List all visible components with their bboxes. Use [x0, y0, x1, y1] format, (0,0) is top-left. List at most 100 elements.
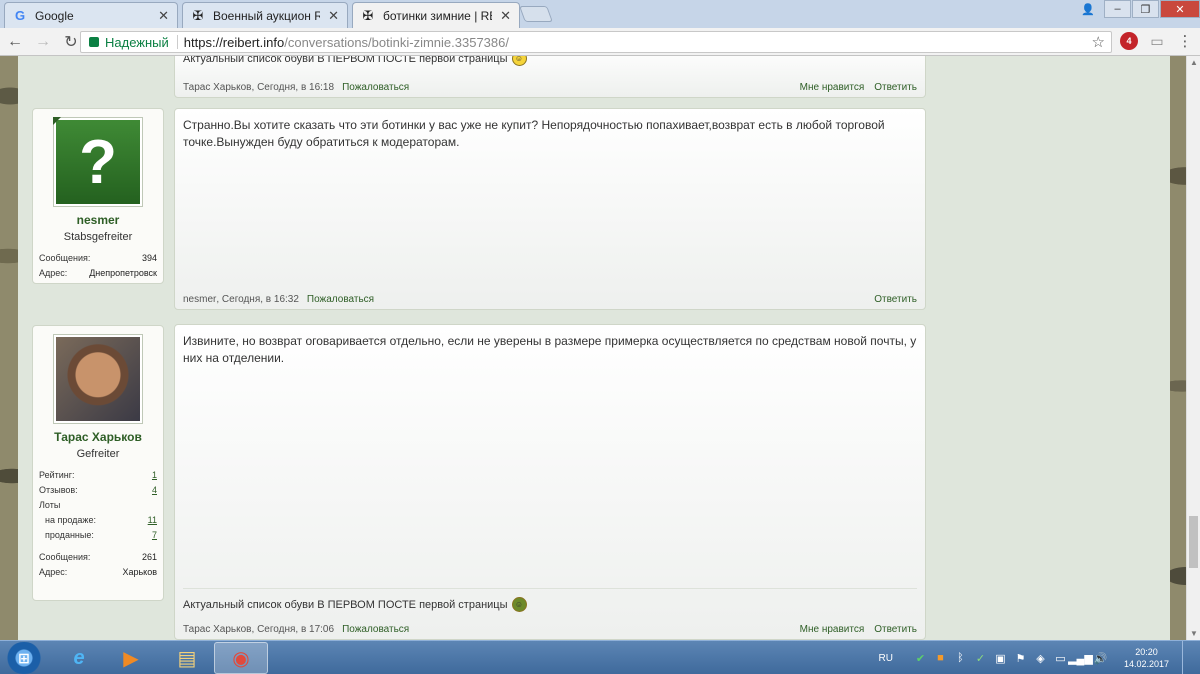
question-mark-icon: ?: [56, 120, 140, 204]
corner-flag: [53, 117, 61, 125]
stat-reviews: Отзывов: 4: [39, 485, 157, 495]
report-link[interactable]: Пожаловаться: [307, 294, 374, 305]
message-post: Актуальный список обуви В ПЕРВОМ ПОСТЕ п…: [174, 56, 926, 98]
minimize-button[interactable]: –: [1104, 0, 1131, 18]
signature-text: Актуальный список обуви В ПЕРВОМ ПОСТЕ п…: [183, 598, 508, 611]
stat-address: Адрес: Харьков: [39, 567, 157, 577]
user-rank: Gefreiter: [76, 448, 120, 460]
chrome-icon[interactable]: ◉: [214, 642, 268, 674]
tab-boots[interactable]: ✠ ботинки зимние | REIBE ✕: [352, 2, 520, 28]
ie-icon[interactable]: e: [52, 642, 106, 674]
like-link[interactable]: Мне нравится: [800, 624, 865, 635]
maximize-button[interactable]: ❐: [1132, 0, 1159, 18]
cast-icon[interactable]: ▭: [1148, 32, 1166, 50]
start-button[interactable]: ⊞: [4, 642, 44, 674]
message-post: Странно.Вы хотите сказать что эти ботинк…: [174, 108, 926, 310]
user-info-nesmer: ? nesmer Stabsgefreiter Сообщения: 394 Ад…: [32, 108, 164, 284]
menu-icon[interactable]: ⋮: [1176, 32, 1194, 50]
signature: Актуальный список обуви В ПЕРВОМ ПОСТЕ п…: [183, 56, 917, 66]
user-icon[interactable]: 👤: [1073, 0, 1103, 18]
tab-title: Google: [35, 8, 74, 23]
iron-cross-icon: ✠: [362, 7, 374, 23]
page-viewport: Актуальный список обуви В ПЕРВОМ ПОСТЕ п…: [0, 56, 1200, 640]
conversation-content: Актуальный список обуви В ПЕРВОМ ПОСТЕ п…: [18, 56, 1170, 640]
close-icon[interactable]: ✕: [158, 8, 169, 24]
flag-icon[interactable]: ⚑: [1014, 652, 1027, 665]
user-info-taras: Тарас Харьков Gefreiter Рейтинг: 1 Отзыво…: [32, 325, 164, 601]
new-tab-button[interactable]: [519, 6, 553, 22]
user-rank: Stabsgefreiter: [63, 231, 133, 243]
tray-orange-icon[interactable]: ■: [934, 652, 947, 665]
post-time: Сегодня, в 16:32: [221, 294, 299, 305]
google-icon: G: [14, 8, 26, 23]
tab-google[interactable]: G Google ✕: [4, 2, 178, 28]
url-path: /conversations/botinki-zimnie.3357386/: [284, 34, 509, 50]
reply-link[interactable]: Ответить: [874, 82, 917, 93]
media-player-icon[interactable]: ▶: [104, 642, 158, 674]
stat-messages: Сообщения: 394: [39, 253, 157, 263]
language-indicator[interactable]: RU: [879, 653, 893, 664]
post-author[interactable]: Тарас Харьков: [183, 624, 252, 635]
post-time: Сегодня, в 17:06: [257, 624, 335, 635]
clock-time: 20:20: [1135, 647, 1158, 657]
vertical-scrollbar[interactable]: ▲ ▼: [1186, 56, 1200, 640]
message-footer: Тарас Харьков, Сегодня, в 17:06 Пожалова…: [183, 624, 917, 635]
taskbar: ⊞ e ▶ ▤ ◉ RU ✔ ■ ᛒ ✓ ▣ ⚑ ◈ ▭ ▂▄▆ 🔊 20:20…: [0, 640, 1200, 674]
window-controls: 👤 – ❐ ✕: [1072, 0, 1200, 18]
tab-auction[interactable]: ✠ Военный аукцион REIBE ✕: [182, 2, 348, 28]
report-link[interactable]: Пожаловаться: [342, 82, 409, 93]
close-icon[interactable]: ✕: [328, 8, 339, 24]
adblock-icon[interactable]: 4: [1120, 32, 1138, 50]
bluetooth-icon[interactable]: ᛒ: [954, 652, 967, 665]
iron-cross-icon: ✠: [192, 7, 204, 23]
username[interactable]: nesmer: [39, 213, 157, 227]
message-text: Странно.Вы хотите сказать что эти ботинк…: [183, 118, 885, 149]
clock[interactable]: 20:20 14.02.2017: [1124, 646, 1169, 670]
message-post: Извините, но возврат оговаривается отдел…: [174, 324, 926, 640]
reply-link[interactable]: Ответить: [874, 294, 917, 305]
soldier-smiley-icon: ☺: [511, 597, 527, 612]
tray-device-icon[interactable]: ▣: [994, 652, 1007, 665]
post-author[interactable]: Тарас Харьков: [183, 82, 252, 93]
system-tray: RU ✔ ■ ᛒ ✓ ▣ ⚑ ◈ ▭ ▂▄▆ 🔊 20:20 14.02.201…: [879, 641, 1200, 674]
post-author[interactable]: nesmer: [183, 294, 216, 305]
volume-icon[interactable]: 🔊: [1094, 652, 1108, 665]
signature-text: Актуальный список обуви В ПЕРВОМ ПОСТЕ п…: [183, 56, 508, 65]
tray-shield-icon[interactable]: ◈: [1034, 652, 1047, 665]
message-footer: nesmer, Сегодня, в 16:32 Пожаловаться От…: [183, 294, 917, 305]
report-link[interactable]: Пожаловаться: [342, 624, 409, 635]
avatar[interactable]: ?: [53, 117, 143, 207]
close-icon[interactable]: ✕: [500, 8, 511, 24]
monitor-icon[interactable]: ▭: [1054, 652, 1067, 665]
stat-for-sale: на продаже: 11: [45, 515, 157, 525]
scroll-down-icon[interactable]: ▼: [1190, 629, 1198, 638]
message-footer: Тарас Харьков, Сегодня, в 16:18 Пожалова…: [183, 82, 917, 93]
scroll-up-icon[interactable]: ▲: [1190, 58, 1198, 67]
secure-label: Надежный: [105, 34, 169, 50]
username[interactable]: Тарас Харьков: [39, 430, 157, 444]
tray-green-icon[interactable]: ✔: [914, 652, 927, 665]
like-link[interactable]: Мне нравится: [800, 82, 865, 93]
show-desktop-button[interactable]: [1182, 641, 1192, 674]
url-host: https://reibert.info: [183, 34, 285, 50]
stat-rating: Рейтинг: 1: [39, 470, 157, 480]
file-explorer-icon[interactable]: ▤: [160, 642, 214, 674]
reply-link[interactable]: Ответить: [874, 624, 917, 635]
stat-messages: Сообщения: 261: [39, 552, 157, 562]
tray-check-icon[interactable]: ✓: [974, 652, 987, 665]
close-window-button[interactable]: ✕: [1160, 0, 1200, 18]
network-icon[interactable]: ▂▄▆: [1068, 652, 1093, 665]
back-button[interactable]: ←: [2, 29, 28, 55]
address-bar[interactable]: Надежный https://reibert.info /conversat…: [80, 31, 1112, 53]
tab-title: Военный аукцион REIBE: [213, 8, 321, 23]
forward-button[interactable]: →: [30, 29, 56, 55]
avatar[interactable]: [53, 334, 143, 424]
stat-lots: Лоты: [39, 500, 61, 510]
bookmark-star-icon[interactable]: ☆: [1092, 33, 1105, 51]
tab-title: ботинки зимние | REIBE: [383, 8, 492, 23]
scrollbar-thumb[interactable]: [1189, 516, 1198, 568]
stat-sold: проданные: 7: [45, 530, 157, 540]
clock-date: 14.02.2017: [1123, 659, 1169, 669]
message-text: Извините, но возврат оговаривается отдел…: [183, 334, 917, 365]
toolbar: ← → ↻ Надежный https://reibert.info /con…: [0, 28, 1200, 56]
